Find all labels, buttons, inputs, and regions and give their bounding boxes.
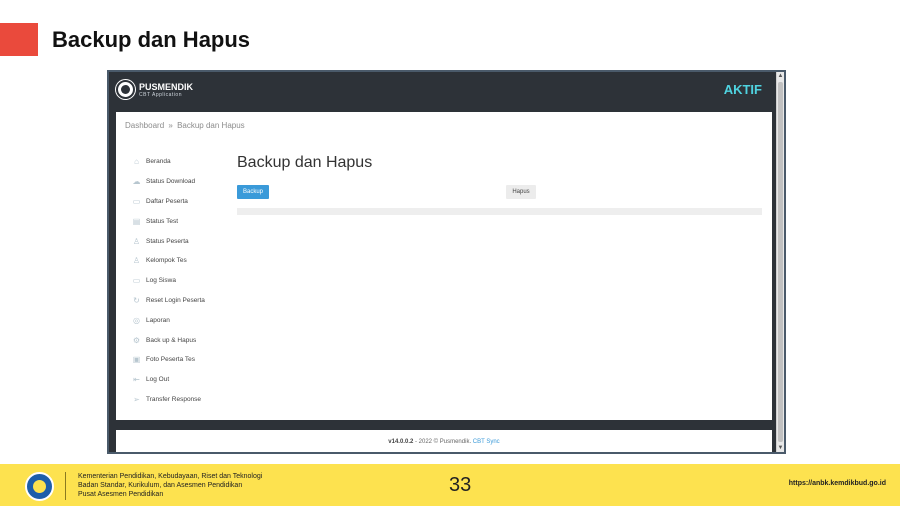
- breadcrumb-current: Backup dan Hapus: [177, 121, 245, 130]
- sidebar-item[interactable]: ♙ Kelompok Tes: [132, 251, 227, 271]
- folder-icon: ▭: [132, 276, 141, 286]
- footer-version: v14.0.0.2: [388, 439, 414, 445]
- brand-subtitle: CBT Application: [139, 91, 182, 98]
- pusmendik-logo-icon: [116, 80, 135, 99]
- sidebar-item[interactable]: ▤ Status Test: [132, 211, 227, 231]
- sidebar-item-label: Reset Login Peserta: [146, 296, 205, 304]
- sidebar-item[interactable]: ➢ Transfer Response: [132, 390, 227, 410]
- cloud-icon: ☁: [132, 177, 141, 187]
- app-topbar: PUSMENDIK CBT Application AKTIF: [109, 72, 778, 110]
- send-icon: ➢: [133, 394, 140, 404]
- sidebar-item-label: Foto Peserta Tes: [146, 356, 196, 364]
- sidebar-item-label: Kelompok Tes: [146, 257, 187, 265]
- sidebar-item-label: Laporan: [146, 316, 170, 324]
- scroll-down-arrow-icon[interactable]: ▼: [777, 444, 784, 452]
- page-title: Backup dan Hapus: [237, 154, 373, 171]
- clipboard-icon: ▤: [132, 216, 141, 226]
- sidebar-item[interactable]: ⇤ Log Out: [132, 370, 227, 390]
- users-icon: ♙: [132, 256, 141, 266]
- progress-track: [237, 208, 762, 215]
- sidebar-item-label: Log Siswa: [146, 277, 176, 285]
- org-line: Kementerian Pendidikan, Kebudayaan, Rise…: [78, 473, 263, 480]
- sidebar-item[interactable]: ↻ Reset Login Peserta: [132, 291, 227, 311]
- sidebar-item[interactable]: ☁ Status Download: [132, 172, 227, 192]
- image-icon: ▣: [132, 355, 141, 365]
- brand[interactable]: PUSMENDIK CBT Application: [116, 80, 193, 99]
- sidebar-item-label: Status Peserta: [146, 237, 189, 245]
- scroll-up-arrow-icon[interactable]: ▲: [777, 72, 784, 80]
- sidebar-item[interactable]: ▣ Foto Peserta Tes: [132, 350, 227, 370]
- sidebar-item-label: Daftar Peserta: [146, 197, 188, 205]
- page-number: 33: [449, 474, 472, 496]
- backup-button[interactable]: Backup: [237, 185, 269, 199]
- footer-divider: [65, 472, 66, 500]
- hapus-button[interactable]: Hapus: [506, 185, 536, 199]
- main-content: Dashboard » Backup dan Hapus ⌂ Beranda ☁ St…: [116, 112, 772, 420]
- app-bottom-strip: [109, 420, 778, 430]
- sidebar-item-label: Transfer Response: [146, 395, 202, 403]
- kemdikbud-logo-icon: [25, 472, 54, 501]
- sidebar-item-label: Back up & Hapus: [146, 336, 197, 344]
- org-line: Pusat Asesmen Pendidikan: [78, 491, 164, 498]
- logout-icon: ⇤: [133, 375, 140, 385]
- slide-title: Backup dan Hapus: [52, 27, 251, 52]
- settings-icon: ⚙: [132, 335, 141, 345]
- footer-link[interactable]: CBT Sync: [473, 439, 500, 445]
- breadcrumb-home[interactable]: Dashboard: [125, 121, 164, 130]
- brand-name: PUSMENDIK: [139, 81, 194, 92]
- sidebar-item-label: Beranda: [146, 158, 171, 166]
- footer-url[interactable]: https://anbk.kemdikbud.go.id: [789, 480, 886, 487]
- sidebar-item[interactable]: ▭ Log Siswa: [132, 271, 227, 291]
- home-icon: ⌂: [134, 157, 139, 167]
- scroll-thumb[interactable]: [778, 82, 783, 442]
- sidebar-item-label: Log Out: [146, 376, 170, 384]
- sidebar-menu: ⌂ Beranda ☁ Status Download ▭ Daftar Peserta ▤…: [132, 152, 227, 409]
- scrollbar[interactable]: ▲ ▼: [776, 72, 784, 452]
- sidebar-item[interactable]: ♙ Status Peserta: [132, 231, 227, 251]
- sidebar-item[interactable]: ⌂ Beranda: [132, 152, 227, 172]
- folder-icon: ▭: [132, 196, 141, 206]
- status-badge: AKTIF: [723, 82, 762, 97]
- slide-footer: Kementerian Pendidikan, Kebudayaan, Rise…: [0, 464, 900, 506]
- sidebar-item[interactable]: ⚙ Back up & Hapus: [132, 330, 227, 350]
- sidebar-item-label: Status Download: [146, 178, 196, 186]
- app-footer: v14.0.0.2 - 2022 © Pusmendik. CBT Sync: [116, 430, 772, 452]
- slide-accent-bar: [0, 23, 38, 56]
- footer-copyright: - 2022 © Pusmendik.: [413, 439, 473, 445]
- breadcrumb: Dashboard » Backup dan Hapus: [125, 121, 245, 130]
- user-icon: ♙: [132, 236, 141, 246]
- footer-org-text: Kementerian Pendidikan, Kebudayaan, Rise…: [78, 472, 262, 499]
- refresh-icon: ↻: [133, 295, 140, 305]
- sidebar-item-label: Status Test: [146, 217, 179, 225]
- sidebar-item[interactable]: ◎ Laporan: [132, 310, 227, 330]
- breadcrumb-separator: »: [168, 121, 173, 130]
- globe-icon: ◎: [133, 315, 140, 325]
- org-line: Badan Standar, Kurikulum, dan Asesmen Pe…: [78, 482, 243, 489]
- app-screenshot: PUSMENDIK CBT Application AKTIF Dashboar…: [107, 70, 786, 454]
- sidebar-item[interactable]: ▭ Daftar Peserta: [132, 192, 227, 212]
